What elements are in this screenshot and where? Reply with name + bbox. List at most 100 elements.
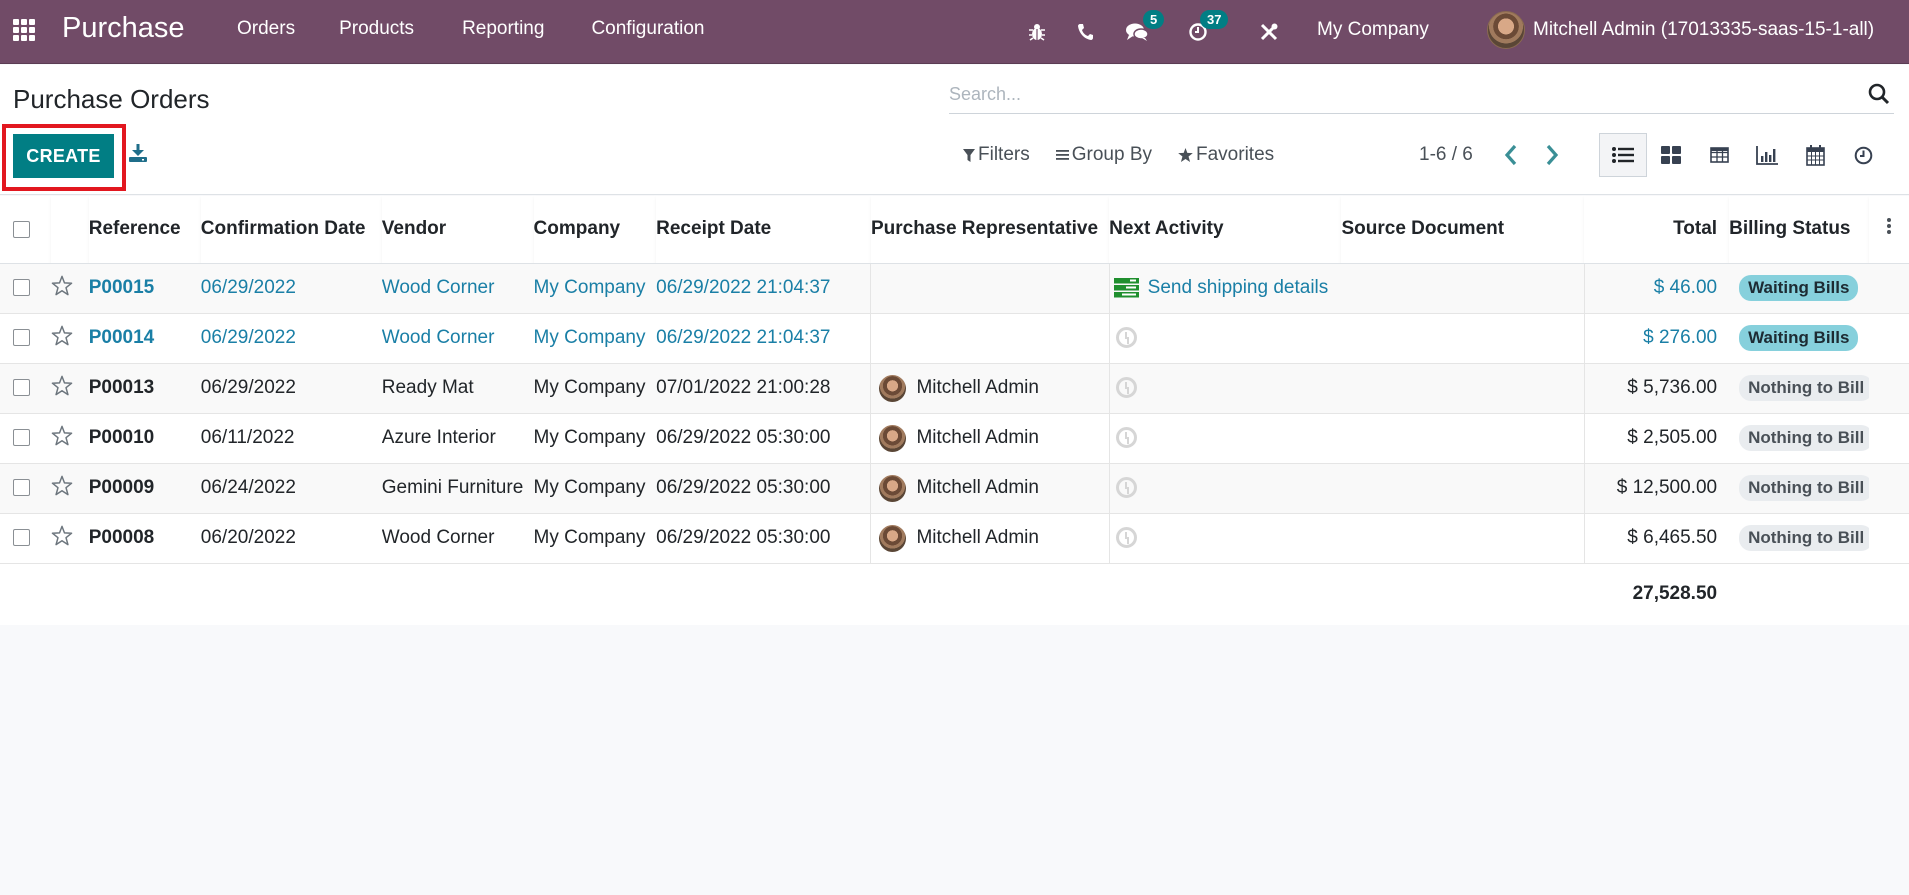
pager-next-icon[interactable] [1545,144,1559,166]
calendar-view-button[interactable] [1791,133,1839,177]
pager-value[interactable]: 1-6 / 6 [1419,144,1473,166]
optional-columns-toggle[interactable] [1869,196,1909,264]
star-icon[interactable] [51,525,73,546]
column-vendor[interactable]: Vendor [381,196,534,264]
menu-configuration[interactable]: Configuration [591,18,704,40]
row-checkbox[interactable] [13,479,30,497]
schedule-activity-clock-icon[interactable] [1115,377,1137,399]
row-checkbox-cell[interactable] [0,363,52,414]
representative: Mitchell Admin [871,524,1108,552]
create-button[interactable]: CREATE [13,134,114,178]
next-activity-cell[interactable]: Send shipping details [1109,263,1342,314]
column-confirmation-date[interactable]: Confirmation Date [200,196,382,264]
column-next-activity[interactable]: Next Activity [1109,196,1342,264]
row-checkbox[interactable] [13,329,30,347]
activity-view-button[interactable] [1839,133,1887,177]
billing-status-badge: Nothing to Bill [1739,375,1870,401]
search-icon[interactable] [1868,83,1890,105]
menu-products[interactable]: Products [339,18,414,40]
column-company[interactable]: Company [533,196,657,264]
column-billing-status[interactable]: Billing Status [1729,196,1870,264]
menu-reporting[interactable]: Reporting [462,18,544,40]
search-options: Filters Group By Favorites [963,144,1300,166]
search-input[interactable] [949,78,1849,105]
row-checkbox-cell[interactable] [0,263,52,314]
star-icon[interactable] [51,375,73,396]
graph-view-button[interactable] [1743,133,1791,177]
total: $ 12,500.00 [1584,463,1730,514]
row-checkbox-cell[interactable] [0,513,52,564]
select-all-checkbox[interactable] [13,220,30,238]
row-checkbox[interactable] [13,429,30,447]
table-row[interactable]: P00014 06/29/2022 Wood Corner My Company… [0,313,1909,364]
next-activity-label[interactable]: Send shipping details [1148,277,1329,299]
vendor: Ready Mat [381,363,534,414]
reference: P00008 [88,513,201,564]
pager-previous-icon[interactable] [1504,144,1518,166]
groupby-button[interactable]: Group By [1055,144,1152,166]
purchase-representative-cell: Mitchell Admin [870,513,1110,564]
list-icon [1612,147,1634,163]
company: My Company [533,263,657,314]
receipt-date: 06/29/2022 05:30:00 [656,413,872,464]
star-icon[interactable] [51,475,73,496]
debug-button[interactable] [1028,0,1046,64]
apps-menu-icon[interactable] [13,19,39,41]
page-title: Purchase Orders [13,84,210,114]
select-all-checkbox-cell[interactable] [0,196,52,264]
row-checkbox-cell[interactable] [0,313,52,364]
tools-button[interactable] [1259,0,1279,64]
favorites-button[interactable]: Favorites [1178,144,1274,166]
row-checkbox[interactable] [13,379,30,397]
row-checkbox[interactable] [13,529,30,547]
billing-status-badge: Nothing to Bill [1739,425,1870,451]
row-checkbox-cell[interactable] [0,463,52,514]
activities-button[interactable]: 37 [1188,0,1229,64]
clock-icon [1854,146,1872,164]
messages-button[interactable]: 5 [1125,0,1165,64]
row-checkbox-cell[interactable] [0,413,52,464]
next-activity-cell[interactable] [1109,363,1342,414]
column-purchase-representative[interactable]: Purchase Representative [870,196,1110,264]
list-view-button[interactable] [1599,133,1647,177]
schedule-activity-clock-icon[interactable] [1115,477,1137,499]
app-brand[interactable]: Purchase [62,12,185,45]
bar-chart-icon [1756,145,1778,165]
schedule-activity-clock-icon[interactable] [1115,527,1137,549]
kanban-view-button[interactable] [1647,133,1695,177]
table-row[interactable]: P00008 06/20/2022 Wood Corner My Company… [0,513,1909,564]
star-icon[interactable] [51,425,73,446]
phone-button[interactable] [1077,0,1094,64]
star-icon[interactable] [51,325,73,346]
column-source-document[interactable]: Source Document [1341,196,1585,264]
column-reference[interactable]: Reference [88,196,201,264]
next-activity-cell[interactable] [1109,313,1342,364]
next-activity-cell[interactable] [1109,413,1342,464]
schedule-activity-clock-icon[interactable] [1115,427,1137,449]
table-row[interactable]: P00009 06/24/2022 Gemini Furniture My Co… [0,463,1909,514]
schedule-activity-clock-icon[interactable] [1115,327,1137,349]
pivot-view-button[interactable] [1695,133,1743,177]
filters-button[interactable]: Filters [963,144,1030,166]
next-activity-cell[interactable] [1109,513,1342,564]
company-switcher[interactable]: My Company [1317,19,1429,41]
menu-orders[interactable]: Orders [237,18,295,40]
next-activity-cell[interactable] [1109,463,1342,514]
table-row[interactable]: P00013 06/29/2022 Ready Mat My Company 0… [0,363,1909,414]
user-menu[interactable]: Mitchell Admin (17013335-saas-15-1-all) [1487,11,1874,49]
vendor: Azure Interior [381,413,534,464]
table-row[interactable]: P00010 06/11/2022 Azure Interior My Comp… [0,413,1909,464]
sum-total: 27,528.50 [1584,563,1730,625]
calendar-icon [1805,144,1825,166]
billing-status-badge: Nothing to Bill [1739,525,1870,551]
table-row[interactable]: P00015 06/29/2022 Wood Corner My Company… [0,263,1909,314]
star-icon[interactable] [51,275,73,296]
column-total[interactable]: Total [1584,196,1730,264]
download-icon[interactable] [128,143,148,163]
table-header: Reference Confirmation Date Vendor Compa… [0,196,1909,264]
row-checkbox[interactable] [13,279,30,297]
reference: P00014 [88,313,201,364]
confirmation-date: 06/11/2022 [200,413,382,464]
column-receipt-date[interactable]: Receipt Date [656,196,871,264]
billing-status-cell: Nothing to Bill [1729,363,1870,414]
